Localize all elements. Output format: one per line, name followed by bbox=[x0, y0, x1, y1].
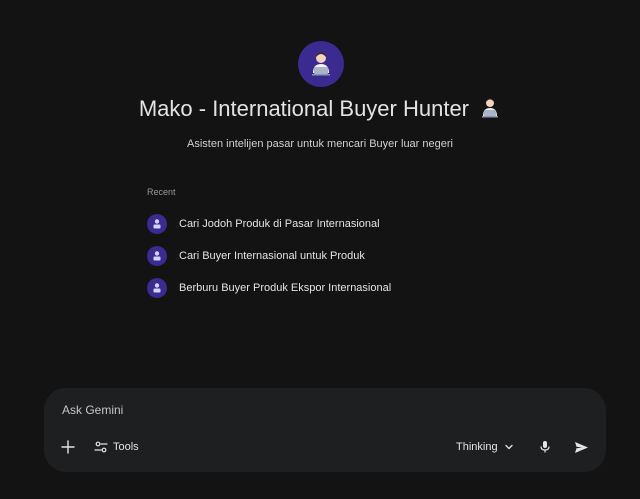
tools-label: Tools bbox=[113, 441, 139, 453]
recent-list: Cari Jodoh Produk di Pasar Internasional… bbox=[147, 208, 467, 304]
gem-avatar bbox=[298, 41, 344, 87]
gem-icon bbox=[147, 214, 167, 234]
recent-heading: Recent bbox=[147, 187, 176, 197]
recent-item-label: Cari Buyer Internasional untuk Produk bbox=[179, 250, 365, 262]
recent-item[interactable]: Cari Buyer Internasional untuk Produk bbox=[147, 240, 467, 272]
sliders-icon bbox=[94, 441, 108, 453]
recent-item-label: Cari Jodoh Produk di Pasar Internasional bbox=[179, 218, 380, 230]
add-files-button[interactable] bbox=[58, 437, 78, 457]
chevron-down-icon bbox=[504, 444, 513, 450]
send-button[interactable] bbox=[571, 437, 591, 457]
recent-item[interactable]: Cari Jodoh Produk di Pasar Internasional bbox=[147, 208, 467, 240]
send-icon bbox=[574, 441, 588, 453]
recent-item-label: Berburu Buyer Produk Ekspor Internasiona… bbox=[179, 282, 392, 294]
gem-start-page: Mako - International Buyer Hunter Asiste… bbox=[0, 0, 640, 499]
tools-button[interactable]: Tools bbox=[94, 437, 139, 457]
page-title: Mako - International Buyer Hunter bbox=[138, 96, 470, 121]
person-with-laptop-icon bbox=[479, 97, 501, 125]
plus-icon bbox=[61, 440, 75, 454]
microphone-button[interactable] bbox=[535, 437, 555, 457]
gem-description: Asisten intelijen pasar untuk mencari Bu… bbox=[187, 138, 453, 150]
gem-icon bbox=[147, 278, 167, 298]
prompt-input[interactable] bbox=[62, 402, 582, 418]
gem-icon bbox=[147, 246, 167, 266]
person-with-laptop-icon bbox=[312, 52, 330, 76]
microphone-icon bbox=[540, 441, 550, 453]
recent-item[interactable]: Berburu Buyer Produk Ekspor Internasiona… bbox=[147, 272, 467, 304]
mode-selector[interactable]: Thinking bbox=[456, 437, 514, 457]
mode-label: Thinking bbox=[456, 441, 498, 453]
gem-title-row: Mako - International Buyer Hunter bbox=[0, 96, 640, 125]
prompt-composer: Tools Thinking bbox=[44, 388, 606, 472]
